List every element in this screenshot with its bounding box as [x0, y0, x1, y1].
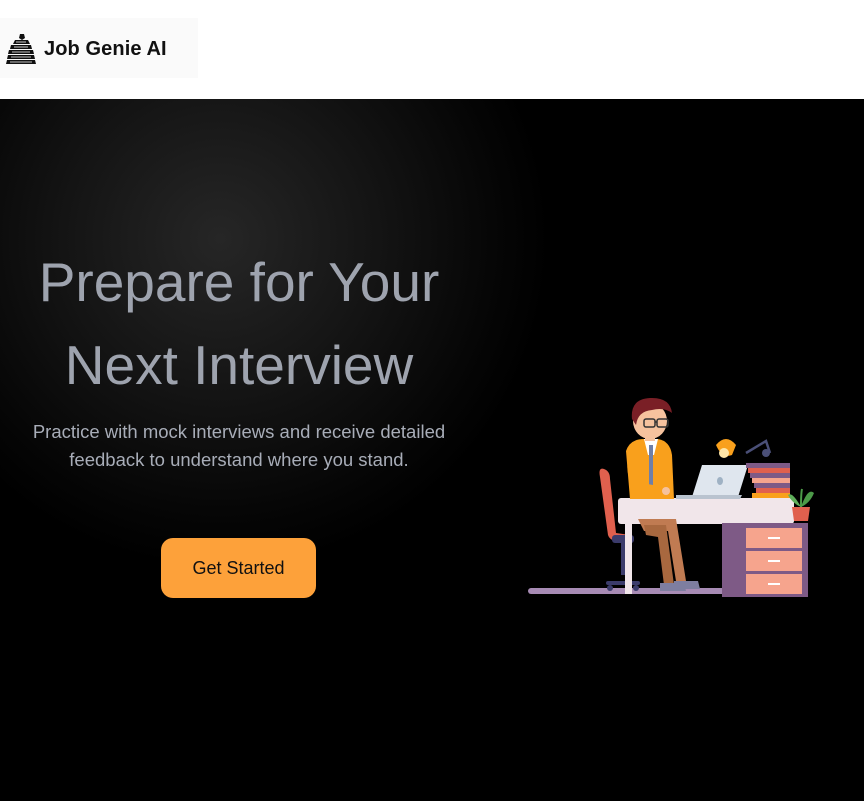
get-started-button[interactable]: Get Started: [161, 538, 316, 598]
brand-name: Job Genie AI: [44, 38, 167, 60]
hero-title: Prepare for Your Next Interview: [0, 241, 478, 407]
site-header: Job Genie AI: [0, 0, 864, 99]
genie-logo-icon: [6, 34, 36, 64]
brand-link[interactable]: Job Genie AI: [0, 18, 198, 78]
hero-title-line-2: Next Interview: [64, 334, 414, 396]
hero-subtitle: Practice with mock interviews and receiv…: [32, 421, 446, 470]
hero-title-line-1: Prepare for Your: [38, 251, 440, 313]
person-at-desk-illustration: [528, 397, 814, 597]
hero-section: Prepare for Your Next Interview Practice…: [0, 99, 864, 801]
